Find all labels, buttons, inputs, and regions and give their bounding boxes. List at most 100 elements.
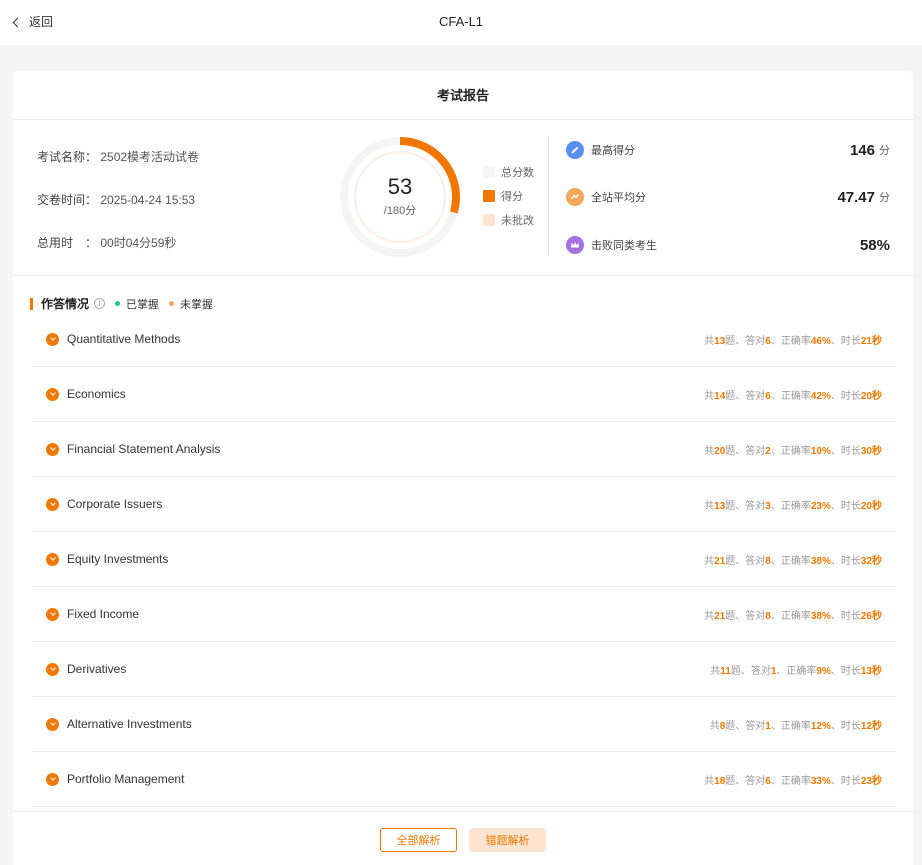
stat-label: 全站平均分 <box>591 192 646 204</box>
subject-row[interactable]: Fixed Income 共21题、答对8、正确率38%、时长26秒 <box>32 587 896 642</box>
subject-stats: 共21题、答对8、正确率38%、时长32秒 <box>704 552 882 567</box>
meta-text: 共 <box>704 335 715 347</box>
meta-text: 、 <box>830 445 841 457</box>
answer-section-header: 作答情况 i 已掌握 未掌握 <box>30 295 213 312</box>
meta-text: 、 <box>770 775 781 787</box>
meta-text: 时长 <box>840 610 861 622</box>
correct-rate: 23% <box>810 500 831 512</box>
meta-text: 、 <box>770 555 781 567</box>
meta-text: 、 <box>770 335 781 347</box>
correct-rate: 10% <box>810 445 831 457</box>
subject-row[interactable]: Equity Investments 共21题、答对8、正确率38%、时长32秒 <box>32 532 896 587</box>
submit-time-row: 交卷时间： 2025-04-24 15:53 <box>37 191 195 208</box>
correct-rate: 12% <box>810 720 831 732</box>
meta-text: 正确率 <box>780 775 811 787</box>
subject-stats: 共13题、答对3、正确率23%、时长20秒 <box>704 497 882 512</box>
donut-center: 53 /180分 <box>339 174 461 218</box>
chevron-down-icon[interactable] <box>46 497 59 511</box>
question-count: 11 <box>720 665 731 677</box>
meta-text: 答对 <box>745 555 766 567</box>
meta-text: 正确率 <box>780 555 811 567</box>
duration-value: 00时04分59秒 <box>100 236 177 250</box>
stat-value: 58% <box>859 236 890 254</box>
meta-text: 时长 <box>840 555 861 567</box>
time-spent: 13秒 <box>860 665 882 677</box>
meta-text: 时长 <box>840 390 861 402</box>
subject-row[interactable]: Alternative Investments 共8题、答对1、正确率12%、时长… <box>32 697 896 752</box>
subject-name: Portfolio Management <box>67 772 185 786</box>
subject-stats: 共20题、答对2、正确率10%、时长30秒 <box>704 442 882 457</box>
meta-text: 答对 <box>745 500 766 512</box>
score-value: 53 <box>387 174 413 199</box>
exam-name-label: 考试名称： <box>37 150 98 164</box>
correct-rate: 42% <box>810 390 831 402</box>
chevron-down-icon[interactable] <box>46 772 59 786</box>
chevron-down-icon[interactable] <box>46 332 59 346</box>
subject-row[interactable]: Financial Statement Analysis 共20题、答对2、正确率… <box>32 422 896 477</box>
meta-text: 正确率 <box>780 500 811 512</box>
crown-icon <box>566 236 584 254</box>
meta-text: 、 <box>830 500 841 512</box>
subject-stats: 共21题、答对8、正确率38%、时长26秒 <box>704 607 882 622</box>
meta-text: 共 <box>704 775 715 787</box>
meta-text: 、 <box>830 720 841 732</box>
stat-average-score: 全站平均分 47.47 分 <box>566 185 890 209</box>
legend-ungraded-label: 未批改 <box>501 215 534 227</box>
stat-label: 击败同类考生 <box>591 240 657 252</box>
meta-text: 答对 <box>745 390 766 402</box>
time-spent: 30秒 <box>860 445 882 457</box>
subject-name: Corporate Issuers <box>67 497 163 511</box>
average-icon <box>566 188 584 206</box>
meta-text: 答对 <box>745 610 766 622</box>
time-spent: 26秒 <box>860 610 882 622</box>
stat-unit: 分 <box>879 145 890 157</box>
chevron-down-icon[interactable] <box>46 387 59 401</box>
submit-time-value: 2025-04-24 15:53 <box>100 193 196 207</box>
meta-text: 、 <box>830 775 841 787</box>
wrong-analysis-button[interactable]: 错题解析 <box>469 828 546 852</box>
chevron-down-icon[interactable] <box>46 717 59 731</box>
stat-highest-score: 最高得分 146 分 <box>566 138 890 162</box>
all-analysis-button[interactable]: 全部解析 <box>380 828 457 852</box>
report-title: 考试报告 <box>13 71 913 120</box>
chevron-down-icon[interactable] <box>46 442 59 456</box>
correct-rate: 46% <box>810 335 831 347</box>
meta-text: 、 <box>830 555 841 567</box>
unmastered-dot-icon <box>169 301 175 306</box>
chevron-down-icon[interactable] <box>46 607 59 621</box>
subject-row[interactable]: Economics 共14题、答对6、正确率42%、时长20秒 <box>32 367 896 422</box>
top-bar: 返回 CFA-L1 <box>0 0 922 45</box>
subject-list: Quantitative Methods 共13题、答对6、正确率46%、时长21… <box>32 312 896 807</box>
meta-text: 题、 <box>730 665 751 677</box>
stat-beat-percent: 击败同类考生 58% <box>566 233 890 257</box>
meta-text: 共 <box>704 500 715 512</box>
chevron-down-icon[interactable] <box>46 552 59 566</box>
subject-row[interactable]: Portfolio Management 共18题、答对6、正确率33%、时长23… <box>32 752 896 807</box>
meta-text: 题、 <box>725 775 746 787</box>
subject-row[interactable]: Corporate Issuers 共13题、答对3、正确率23%、时长20秒 <box>32 477 896 532</box>
legend-swatch-total <box>483 166 495 178</box>
meta-text: 答对 <box>745 720 766 732</box>
correct-rate: 38% <box>810 610 831 622</box>
meta-text: 、 <box>770 720 781 732</box>
subject-stats: 共13题、答对6、正确率46%、时长21秒 <box>704 332 882 347</box>
duration-label: 总用时 ： <box>37 236 98 250</box>
subject-name: Quantitative Methods <box>67 332 181 346</box>
meta-text: 时长 <box>840 665 861 677</box>
correct-rate: 33% <box>810 775 831 787</box>
exam-name-row: 考试名称： 2502模考活动试卷 <box>37 148 199 165</box>
subject-row[interactable]: Derivatives 共11题、答对1、正确率9%、时长13秒 <box>32 642 896 697</box>
question-count: 21 <box>714 555 726 567</box>
subject-row[interactable]: Quantitative Methods 共13题、答对6、正确率46%、时长21… <box>32 312 896 367</box>
chevron-down-icon[interactable] <box>46 662 59 676</box>
info-icon[interactable]: i <box>94 298 106 309</box>
meta-text: 共 <box>704 610 715 622</box>
subject-name: Alternative Investments <box>67 717 192 731</box>
legend-swatch-score <box>483 190 495 202</box>
stat-value: 146 <box>849 141 875 159</box>
submit-time-label: 交卷时间： <box>37 193 98 207</box>
meta-text: 题、 <box>725 445 746 457</box>
meta-text: 共 <box>710 665 721 677</box>
meta-text: 题、 <box>725 335 746 347</box>
meta-text: 答对 <box>750 665 771 677</box>
